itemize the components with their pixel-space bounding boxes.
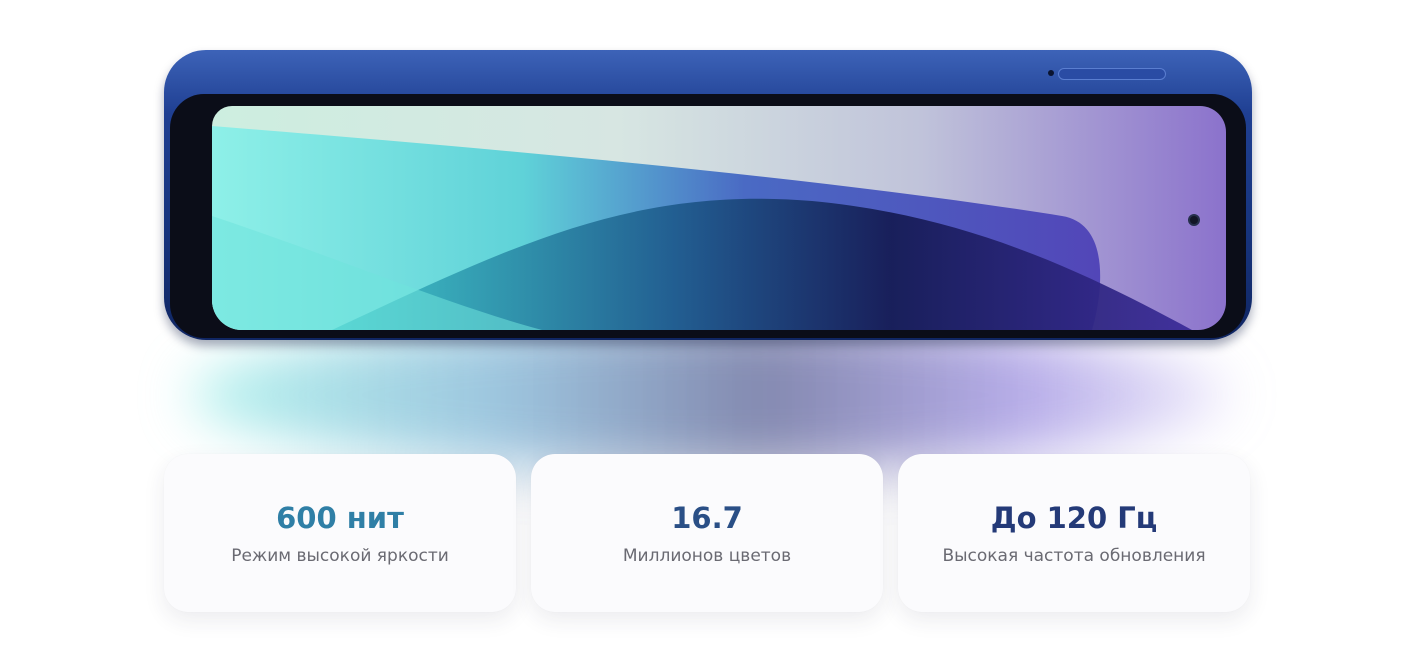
stat-value: 16.7 — [671, 501, 743, 535]
stat-card-refresh-rate: До 120 Гц Высокая частота обновления — [898, 454, 1250, 612]
stats-row: 600 нит Режим высокой яркости 16.7 Милли… — [164, 454, 1252, 614]
screen-reflection-glow — [190, 320, 1230, 470]
sim-tray — [1058, 68, 1166, 80]
microphone-hole — [1048, 70, 1054, 76]
wallpaper-graphic — [212, 126, 1192, 330]
stat-label: Высокая частота обновления — [942, 546, 1206, 566]
stat-card-brightness: 600 нит Режим высокой яркости — [164, 454, 516, 612]
phone-hero-image — [0, 0, 1416, 470]
stat-value: До 120 Гц — [990, 501, 1158, 535]
phone-screen — [212, 106, 1226, 330]
stat-label: Миллионов цветов — [622, 546, 792, 566]
stat-label: Режим высокой яркости — [231, 546, 449, 566]
front-camera-icon — [1190, 216, 1198, 224]
stat-value: 600 нит — [276, 501, 404, 535]
stat-card-colors: 16.7 Миллионов цветов — [531, 454, 883, 612]
